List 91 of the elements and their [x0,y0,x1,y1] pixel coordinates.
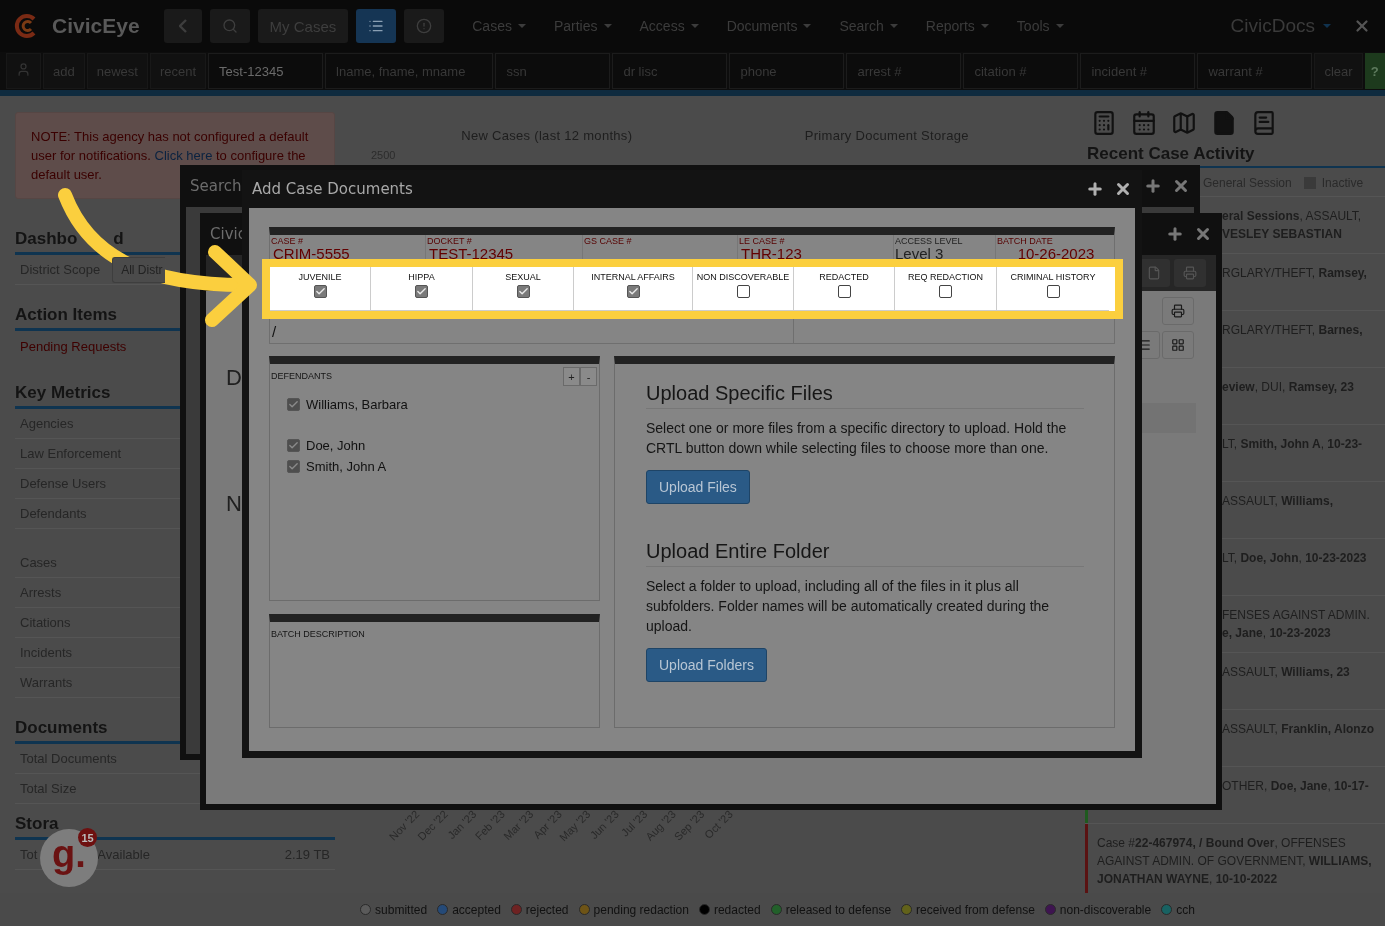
field-label: DOCKET # [427,236,473,246]
flag-label: REQ REDACTION [908,272,983,282]
status-label: non-discoverable [1059,902,1152,917]
path-text: / [270,315,794,343]
book-icon[interactable] [1251,110,1277,136]
panel-label: DEFENDANTS [271,371,332,381]
search-icon [221,18,238,34]
status-label: received from defense [916,902,1035,917]
upload-button[interactable]: Upload Folders [646,648,767,682]
printer-icon [1171,304,1185,318]
print-button[interactable] [1162,297,1194,325]
plus-icon[interactable] [1086,180,1104,198]
window-title: Search [190,177,242,195]
upload-heading: Upload Specific Files [646,382,1084,409]
flag-checkbox[interactable] [313,285,327,298]
flag-checkbox[interactable] [1046,285,1060,298]
field-value: TEST-12345 [428,246,515,262]
defendant-checkbox[interactable] [287,398,300,411]
status-label: rejected [525,902,569,917]
field-value: Level 3 [895,246,945,262]
list-icon [368,18,385,34]
close-icon[interactable] [1172,177,1190,195]
alert-icon [416,18,433,34]
calculator-icon[interactable] [1091,110,1117,136]
flag-label: HIPPA [408,272,435,282]
plus-icon[interactable] [1144,177,1162,195]
field-label: ACCESS LEVEL [895,236,964,246]
defendant-name: Smith, John A [306,459,387,474]
caret-icon [1055,24,1064,28]
pending-requests-link[interactable]: Pending Requests [20,338,127,354]
field-value: CRIM-5555 [272,246,351,262]
configure-link[interactable]: Click here [154,148,213,163]
defendant-name: Doe, John [306,438,366,453]
flag-label: REDACTED [819,272,869,282]
flag-label: SEXUAL [505,272,541,282]
upload-button[interactable]: Upload Files [646,470,750,504]
flag-checkbox[interactable] [939,285,952,298]
document-icon[interactable] [1211,110,1237,136]
flag-label: JUVENILE [298,272,342,282]
panel-label: BATCH DESCRIPTION [271,629,365,639]
flag-checkbox[interactable] [626,285,640,298]
notification-count: 15 [78,828,97,847]
status-label: accepted [452,902,501,917]
batch-description-field[interactable]: BATCH DESCRIPTION [269,614,600,728]
defendant-checkbox[interactable] [287,439,300,452]
section-heading: Dashbo [15,229,78,248]
status-label: cch [1176,902,1195,917]
partial-text: N [226,491,242,517]
flag-checkbox[interactable] [415,285,428,298]
upload-heading: Upload Entire Folder [646,540,1084,567]
flag-checkbox[interactable] [837,285,851,298]
calendar-icon[interactable] [1131,110,1157,136]
list-button[interactable] [356,9,397,43]
caret-icon [1323,24,1331,28]
caret-icon [889,24,898,28]
caret-icon [690,24,699,28]
close-icon[interactable] [1194,225,1212,243]
defendant-checkbox[interactable] [287,460,300,473]
flag-checkbox[interactable] [736,285,750,298]
upload-description: Select one or more files from a specific directory to upload. Hold the CRTL button down while selecting files to choose more than one. [646,419,1068,458]
grid-view-button[interactable] [1162,331,1194,359]
plus-icon[interactable] [1166,225,1184,243]
flag-label: NON DISCOVERABLE [696,272,790,282]
document-icon [1147,266,1161,280]
add-button[interactable]: + [563,367,580,386]
back-icon [178,19,187,33]
field-label: CASE # [271,236,304,246]
printer-icon [1183,266,1197,280]
flag-checkbox[interactable] [516,285,530,298]
status-label: released to defense [785,902,892,917]
status-label: redacted [713,902,761,917]
upload-description: Select a folder to upload, including all of the files in it plus all subfolders. Folder names will be automatically created during the upload. [646,577,1051,636]
caret-icon [803,24,812,28]
status-label: submitted [375,902,428,917]
help-button[interactable]: ? [1364,53,1385,89]
field-label: BATCH DATE [997,236,1054,246]
remove-button[interactable]: - [580,367,597,386]
app-logo: CivicEye [52,14,140,38]
flag-label: INTERNAL AFFAIRS [591,272,675,282]
caret-icon [603,24,612,28]
field-label: LE CASE # [739,236,786,246]
field-value: THR-123 [740,246,803,262]
caret-icon [517,24,526,28]
close-icon[interactable] [1114,180,1132,198]
search-field[interactable]: Test-12345 [208,53,324,89]
field-label: GS CASE # [584,236,633,246]
map-icon[interactable] [1171,110,1197,136]
caret-icon [980,24,989,28]
grid-icon [1171,338,1185,352]
user-icon [16,62,31,77]
status-label: pending redaction [593,902,689,917]
